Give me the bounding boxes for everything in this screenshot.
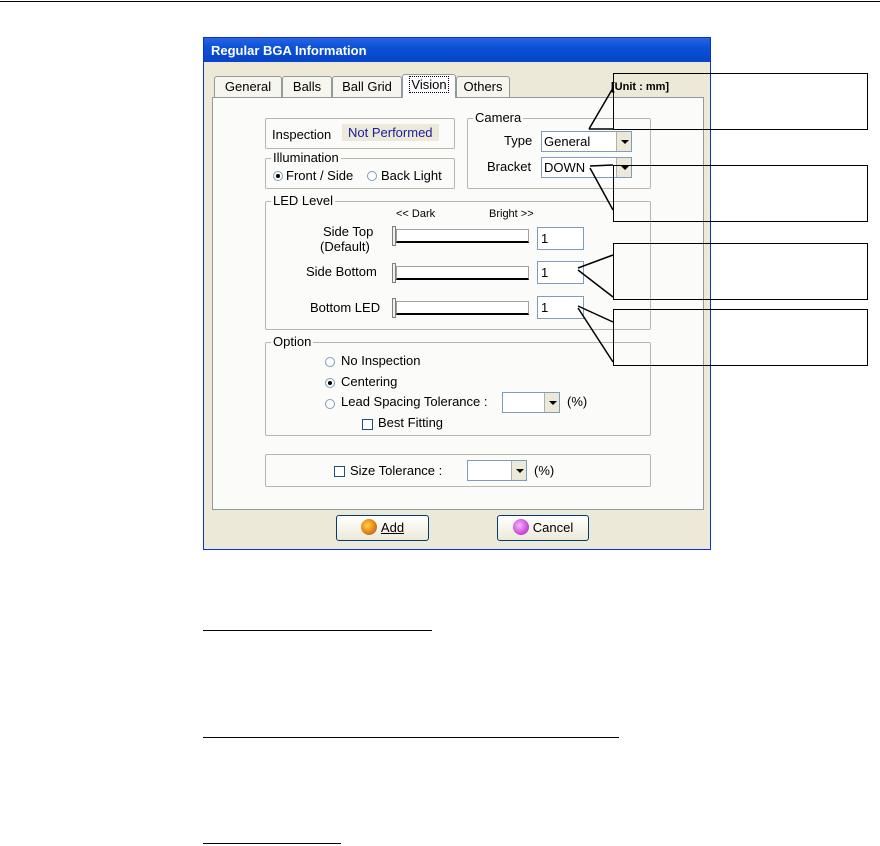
blank-line-3 [203, 843, 341, 844]
tab-vision[interactable]: Vision [402, 74, 456, 98]
callout-leader-lines [577, 87, 614, 363]
blank-line-1 [203, 630, 432, 631]
tab-vision-label: Vision [409, 76, 449, 93]
leader-line-side-bottom-tail [577, 269, 614, 298]
leader-line-bracket-tail [589, 167, 614, 211]
leader-line-camera-type [588, 87, 614, 130]
leader-line-bottom-led-tail [577, 307, 614, 363]
leader-line-side-bottom [577, 254, 614, 269]
blank-line-2 [203, 737, 619, 738]
leader-line-bracket [589, 164, 614, 167]
leader-line-bottom-led [577, 305, 614, 323]
